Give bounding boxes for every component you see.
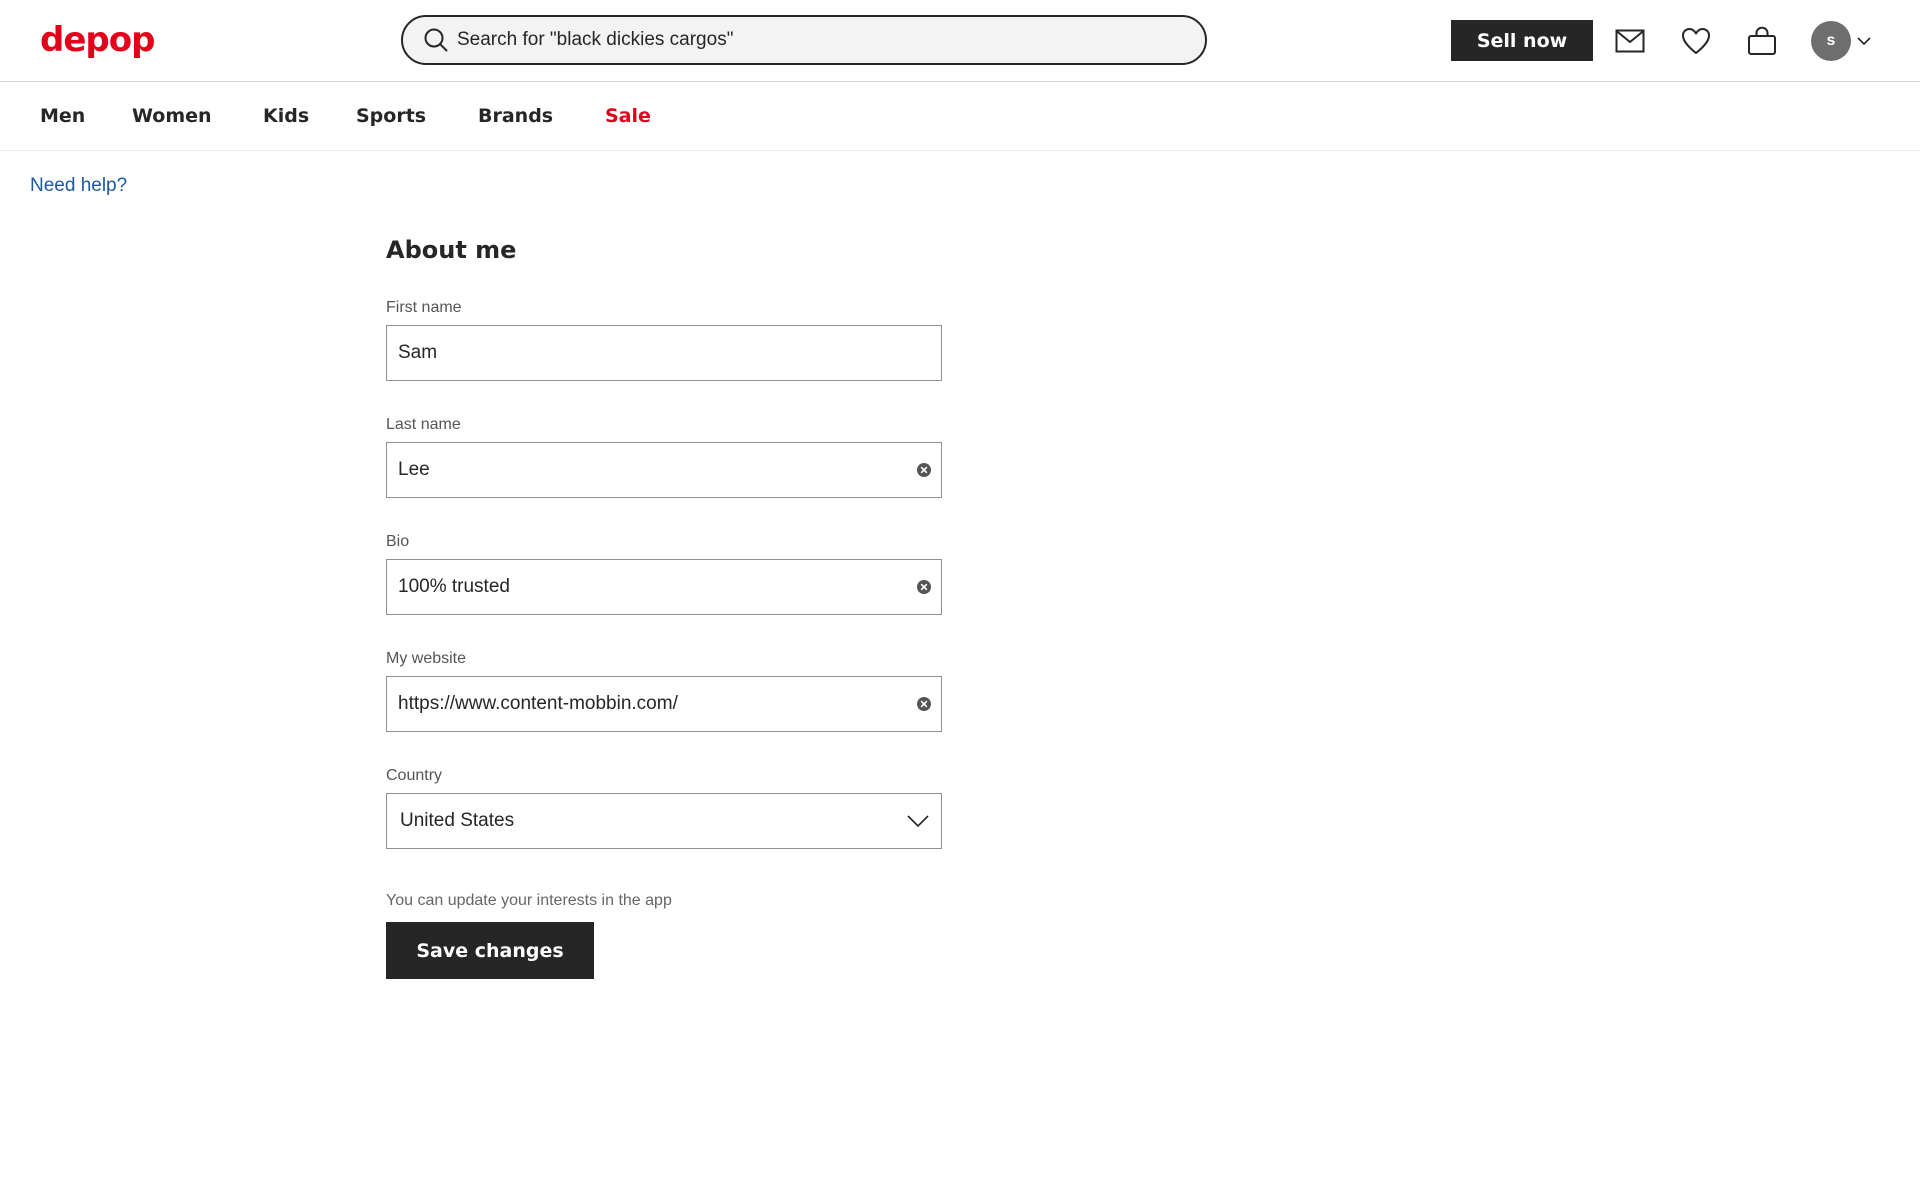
interests-note: You can update your interests in the app bbox=[386, 892, 672, 909]
last-name-input[interactable] bbox=[387, 443, 907, 497]
site-header: depop Sell now s bbox=[0, 0, 1920, 82]
first-name-input[interactable] bbox=[387, 326, 941, 380]
page-title: About me bbox=[386, 236, 517, 264]
avatar[interactable]: s bbox=[1811, 21, 1851, 61]
category-nav: Men Women Kids Sports Brands Sale bbox=[0, 83, 1920, 151]
last-name-label: Last name bbox=[386, 416, 461, 433]
save-changes-button[interactable]: Save changes bbox=[386, 922, 594, 979]
clear-website-button[interactable] bbox=[907, 677, 941, 731]
first-name-field[interactable] bbox=[386, 325, 942, 381]
website-field[interactable] bbox=[386, 676, 942, 732]
messages-button[interactable] bbox=[1613, 24, 1647, 58]
clear-icon bbox=[917, 697, 931, 711]
clear-icon bbox=[917, 580, 931, 594]
nav-item-brands[interactable]: Brands bbox=[478, 103, 553, 129]
shopping-bag-icon bbox=[1748, 26, 1776, 55]
country-label: Country bbox=[386, 767, 443, 784]
about-me-form: About me First name Last name Bio My web… bbox=[386, 232, 942, 979]
clear-icon bbox=[917, 463, 931, 477]
chevron-down-icon[interactable] bbox=[1856, 33, 1872, 49]
country-select[interactable]: United States bbox=[386, 793, 942, 849]
search-input[interactable] bbox=[457, 29, 1177, 51]
chevron-down-icon bbox=[907, 815, 929, 828]
likes-button[interactable] bbox=[1679, 24, 1713, 58]
nav-item-women[interactable]: Women bbox=[132, 103, 212, 129]
heart-icon bbox=[1682, 28, 1710, 54]
clear-bio-button[interactable] bbox=[907, 560, 941, 614]
nav-item-sports[interactable]: Sports bbox=[356, 103, 426, 129]
nav-item-sale[interactable]: Sale bbox=[605, 103, 651, 129]
search-icon bbox=[424, 28, 448, 52]
first-name-label: First name bbox=[386, 299, 462, 316]
last-name-field[interactable] bbox=[386, 442, 942, 498]
search-bar[interactable] bbox=[401, 15, 1207, 65]
bag-button[interactable] bbox=[1745, 24, 1779, 58]
bio-field[interactable] bbox=[386, 559, 942, 615]
envelope-icon bbox=[1615, 29, 1645, 53]
bio-label: Bio bbox=[386, 533, 410, 550]
nav-item-men[interactable]: Men bbox=[40, 103, 85, 129]
clear-last-name-button[interactable] bbox=[907, 443, 941, 497]
website-input[interactable] bbox=[387, 677, 907, 731]
nav-item-kids[interactable]: Kids bbox=[263, 103, 309, 129]
need-help-link[interactable]: Need help? bbox=[30, 175, 127, 197]
depop-logo[interactable]: depop bbox=[40, 18, 155, 62]
sell-now-button[interactable]: Sell now bbox=[1451, 20, 1593, 61]
bio-input[interactable] bbox=[387, 560, 907, 614]
website-label: My website bbox=[386, 650, 467, 667]
country-value: United States bbox=[400, 810, 515, 831]
